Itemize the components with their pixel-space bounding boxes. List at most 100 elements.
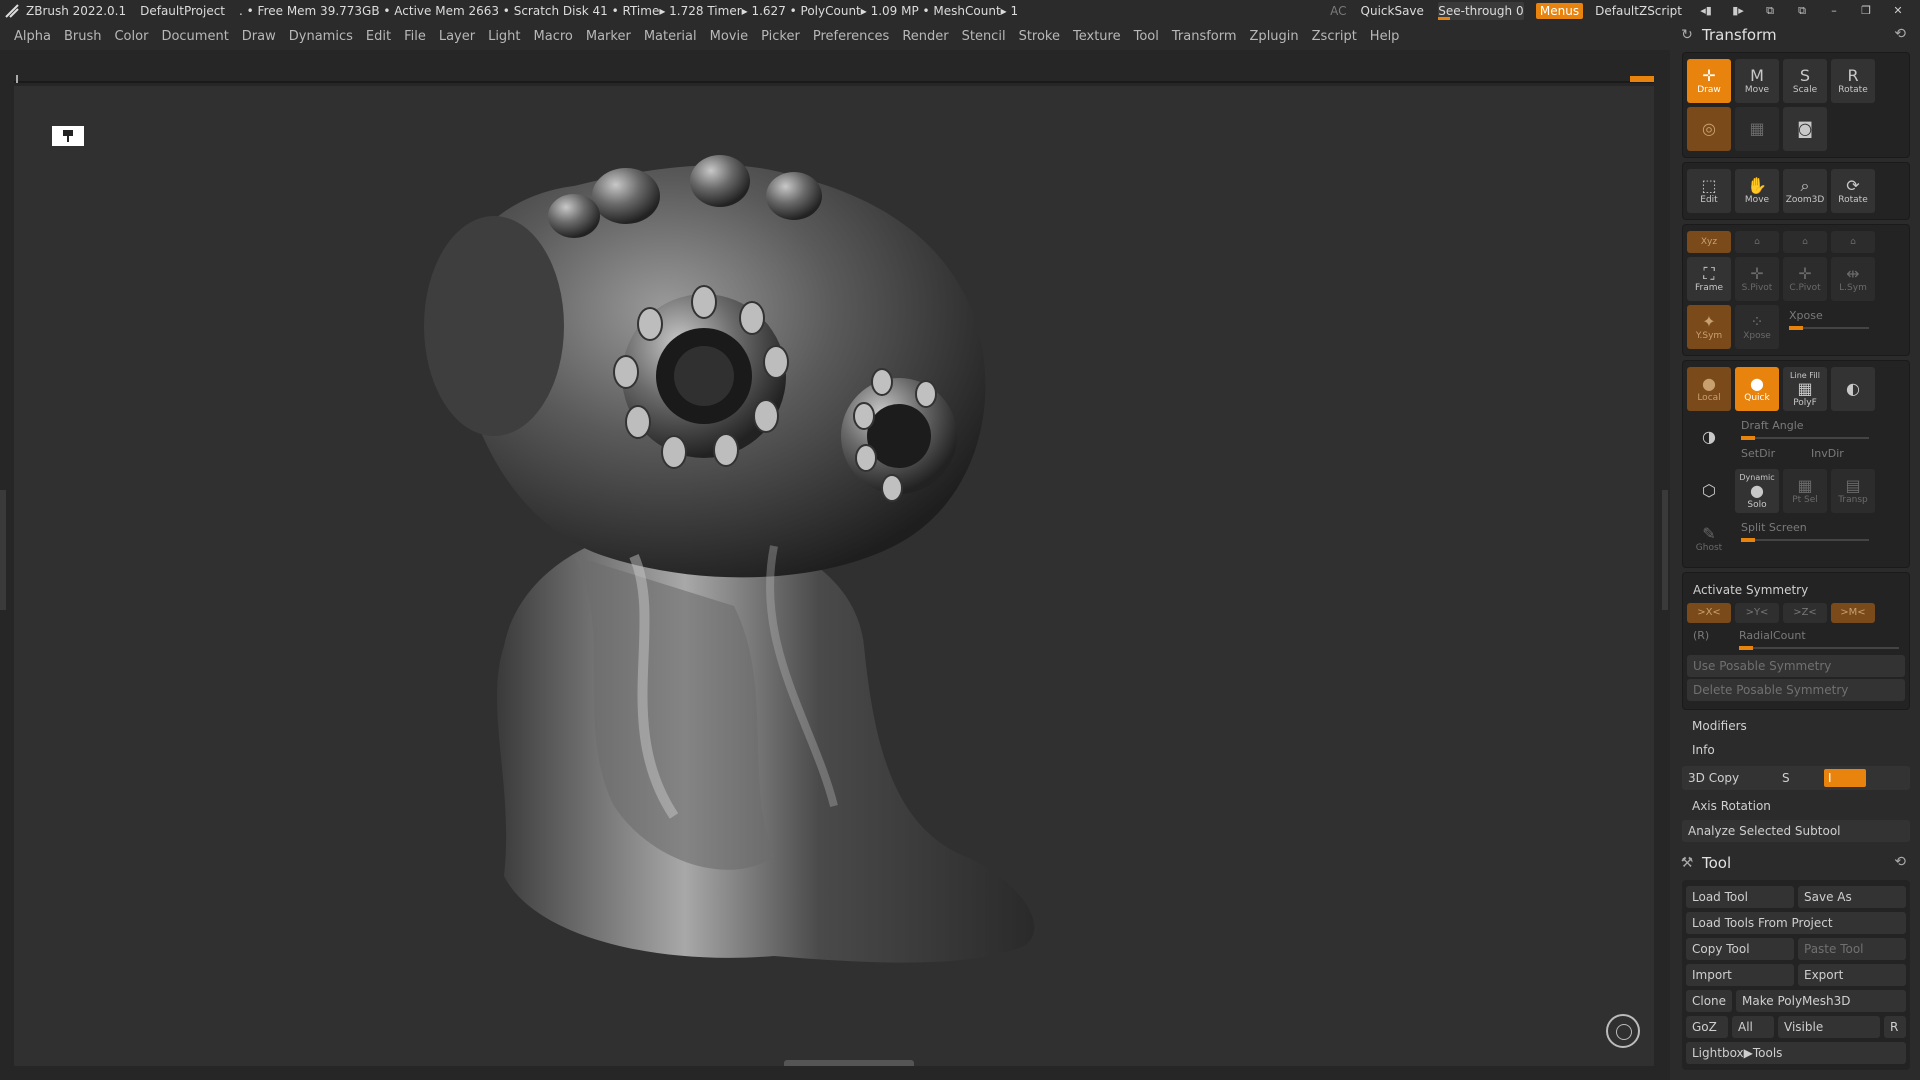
rotate-view-button[interactable]: ⟳ Rotate	[1831, 169, 1875, 213]
document-canvas[interactable]	[14, 86, 1654, 1066]
maximize-icon[interactable]: ❐	[1856, 4, 1876, 18]
menu-macro[interactable]: Macro	[534, 29, 573, 44]
menu-dynamics[interactable]: Dynamics	[289, 29, 353, 44]
l-sym-button[interactable]: ⇹ L.Sym	[1831, 257, 1875, 301]
swap-icon[interactable]: ⧉	[1760, 4, 1780, 18]
menu-layer[interactable]: Layer	[439, 29, 475, 44]
tool-palette-header[interactable]: ⚒ Tool ⟲	[1678, 850, 1920, 876]
goz-visible-button[interactable]: Visible	[1778, 1016, 1880, 1038]
menu-picker[interactable]: Picker	[761, 29, 800, 44]
menu-alpha[interactable]: Alpha	[14, 29, 51, 44]
draw-button[interactable]: ✛ Draw	[1687, 59, 1731, 103]
quicksave-button[interactable]: QuickSave	[1361, 4, 1424, 18]
menu-zplugin[interactable]: Zplugin	[1250, 29, 1299, 44]
gizmo-button[interactable]: ◎	[1687, 107, 1731, 151]
tool-reset-icon[interactable]: ⟲	[1894, 854, 1906, 870]
info-section[interactable]: Info	[1678, 738, 1920, 762]
menu-preferences[interactable]: Preferences	[813, 29, 889, 44]
timeline-marker[interactable]	[1630, 76, 1654, 82]
layout-icon[interactable]: ◂▮	[1696, 4, 1716, 18]
menu-light[interactable]: Light	[488, 29, 520, 44]
ghost-button[interactable]: ✎ Ghost	[1687, 517, 1731, 561]
xyz-button[interactable]: Xyz	[1687, 231, 1731, 253]
copy-tool-button[interactable]: Copy Tool	[1686, 938, 1794, 960]
sphere-button[interactable]: ◐	[1831, 367, 1875, 411]
layout-icon-2[interactable]: ▮▸	[1728, 4, 1748, 18]
floor-button-3[interactable]: ⌂	[1831, 231, 1875, 253]
import-button[interactable]: Import	[1686, 964, 1794, 986]
solo-button[interactable]: Dynamic ● Solo	[1735, 469, 1779, 513]
help-icon[interactable]: ⧉	[1792, 4, 1812, 18]
sym-z-button[interactable]: >Z<	[1783, 603, 1827, 623]
bottom-tray-handle[interactable]	[784, 1060, 914, 1066]
menu-file[interactable]: File	[404, 29, 426, 44]
copy-i-button[interactable]: I	[1824, 769, 1866, 787]
invdir-button[interactable]: InvDir	[1805, 443, 1850, 465]
c-pivot-button[interactable]: ✛ C.Pivot	[1783, 257, 1827, 301]
split-screen-slider[interactable]: Split Screen	[1735, 517, 1875, 561]
axis-rotation-section[interactable]: Axis Rotation	[1678, 794, 1920, 818]
activate-symmetry-button[interactable]: Activate Symmetry	[1687, 579, 1905, 601]
quick-button[interactable]: ● Quick	[1735, 367, 1779, 411]
menu-stroke[interactable]: Stroke	[1019, 29, 1060, 44]
menu-color[interactable]: Color	[114, 29, 148, 44]
sym-y-button[interactable]: >Y<	[1735, 603, 1779, 623]
zoom3d-button[interactable]: ⌕ Zoom3D	[1783, 169, 1827, 213]
draft-angle-slider[interactable]: Draft Angle	[1735, 415, 1875, 437]
edit-sub-button[interactable]: ▦	[1735, 107, 1779, 151]
load-tool-button[interactable]: Load Tool	[1686, 886, 1794, 908]
pt-sel-button[interactable]: ▦ Pt Sel	[1783, 469, 1827, 513]
menu-render[interactable]: Render	[902, 29, 948, 44]
goz-r-button[interactable]: R	[1884, 1016, 1906, 1038]
menu-transform[interactable]: Transform	[1172, 29, 1237, 44]
menu-help[interactable]: Help	[1370, 29, 1400, 44]
setdir-button[interactable]: SetDir	[1735, 443, 1805, 465]
move-view-button[interactable]: ✋ Move	[1735, 169, 1779, 213]
save-as-button[interactable]: Save As	[1798, 886, 1906, 908]
floor-button-2[interactable]: ⌂	[1783, 231, 1827, 253]
radial-count-slider[interactable]: RadialCount	[1733, 625, 1905, 653]
frame-button[interactable]: ⛶ Frame	[1687, 257, 1731, 301]
menu-draw[interactable]: Draw	[242, 29, 276, 44]
see-through-slider[interactable]: See-through 0	[1437, 2, 1524, 20]
left-tray-handle[interactable]	[0, 490, 6, 610]
export-button[interactable]: Export	[1798, 964, 1906, 986]
menu-stencil[interactable]: Stencil	[962, 29, 1006, 44]
cube-button[interactable]: ⬡	[1687, 469, 1731, 513]
snapshot-button[interactable]: ◙	[1783, 107, 1827, 151]
menu-zscript[interactable]: Zscript	[1312, 29, 1357, 44]
contrast-button[interactable]: ◑	[1687, 415, 1731, 459]
goz-all-button[interactable]: All	[1732, 1016, 1774, 1038]
right-tray-handle[interactable]	[1662, 490, 1668, 610]
copy-s-button[interactable]: S	[1778, 771, 1818, 785]
transform-palette-header[interactable]: ↻ Transform ⟲	[1678, 22, 1920, 48]
ac-label[interactable]: AC	[1330, 4, 1346, 18]
clone-button[interactable]: Clone	[1686, 990, 1733, 1012]
radial-r-button[interactable]: (R)	[1687, 625, 1733, 647]
xpose-button[interactable]: ⁘ Xpose	[1735, 305, 1779, 349]
navigation-gizmo[interactable]	[1606, 1014, 1640, 1048]
sym-m-button[interactable]: >M<	[1831, 603, 1875, 623]
floor-button-1[interactable]: ⌂	[1735, 231, 1779, 253]
polyf-button[interactable]: Line Fill ▦ PolyF	[1783, 367, 1827, 411]
y-sym-button[interactable]: ✦ Y.Sym	[1687, 305, 1731, 349]
delete-posable-symmetry-button[interactable]: Delete Posable Symmetry	[1687, 679, 1905, 701]
menu-texture[interactable]: Texture	[1073, 29, 1121, 44]
sym-x-button[interactable]: >X<	[1687, 603, 1731, 623]
local-button[interactable]: ● Local	[1687, 367, 1731, 411]
default-zscript[interactable]: DefaultZScript	[1595, 4, 1682, 18]
goz-button[interactable]: GoZ	[1686, 1016, 1728, 1038]
transp-button[interactable]: ▤ Transp	[1831, 469, 1875, 513]
modifiers-section[interactable]: Modifiers	[1678, 714, 1920, 738]
menu-marker[interactable]: Marker	[586, 29, 631, 44]
load-tools-from-project-button[interactable]: Load Tools From Project	[1686, 912, 1906, 934]
close-icon[interactable]: ✕	[1888, 4, 1908, 18]
use-posable-symmetry-button[interactable]: Use Posable Symmetry	[1687, 655, 1905, 677]
menu-tool[interactable]: Tool	[1134, 29, 1159, 44]
menu-material[interactable]: Material	[644, 29, 697, 44]
minimize-icon[interactable]: –	[1824, 4, 1844, 18]
menu-movie[interactable]: Movie	[710, 29, 748, 44]
lightbox-tools-button[interactable]: Lightbox▶Tools	[1686, 1042, 1906, 1064]
menu-edit[interactable]: Edit	[366, 29, 391, 44]
menus-toggle-button[interactable]: Menus	[1535, 3, 1584, 19]
